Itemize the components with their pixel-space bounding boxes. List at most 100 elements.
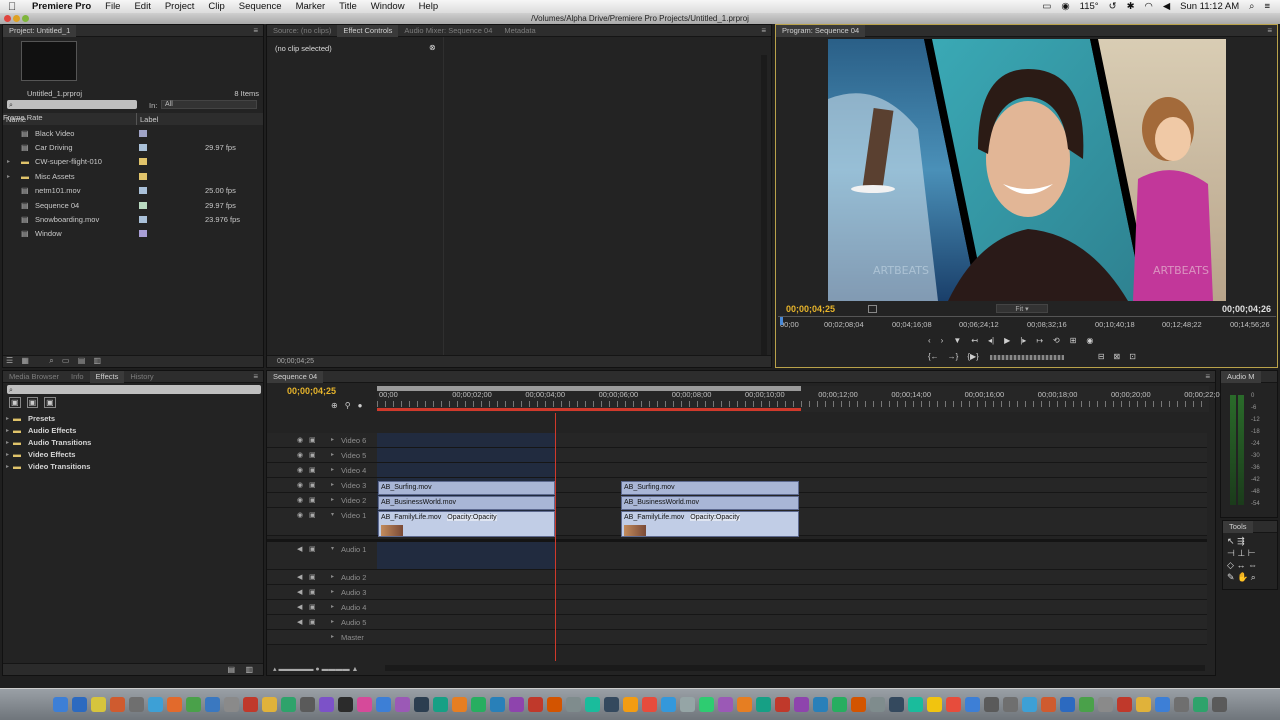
dock-app-icon[interactable] <box>832 697 847 712</box>
dock-app-icon[interactable] <box>889 697 904 712</box>
dock-app-icon[interactable] <box>680 697 695 712</box>
dock-app-icon[interactable] <box>1079 697 1094 712</box>
menu-app[interactable]: Premiere Pro <box>32 1 91 12</box>
lock-track-icon[interactable]: ▣ <box>309 618 316 626</box>
snap-icon[interactable]: ⊕ <box>331 401 338 410</box>
dock-app-icon[interactable] <box>1174 697 1189 712</box>
dock-app-icon[interactable] <box>813 697 828 712</box>
accelerated-effects-icon[interactable]: ▣ <box>9 397 21 408</box>
speaker-icon[interactable]: ◀ <box>297 588 302 596</box>
dock-app-icon[interactable] <box>167 697 182 712</box>
dock-app-icon[interactable] <box>1193 697 1208 712</box>
dock-app-icon[interactable] <box>357 697 372 712</box>
track-select-tool-icon[interactable]: ⇶ <box>1237 536 1245 546</box>
tab-effect-controls[interactable]: Effect Controls <box>337 24 399 37</box>
track-expand-icon[interactable]: ▸ <box>331 573 334 580</box>
track-expand-icon[interactable]: ▸ <box>331 603 334 610</box>
status-icon[interactable]: ◉ <box>1061 1 1069 12</box>
dock-app-icon[interactable] <box>72 697 87 712</box>
tab-info[interactable]: Info <box>65 371 90 383</box>
toggle-output-icon[interactable]: ◉ <box>297 496 303 504</box>
disclosure-triangle-icon[interactable]: ▸ <box>3 427 13 434</box>
dock-app-icon[interactable] <box>186 697 201 712</box>
disclosure-triangle-icon[interactable]: ▸ <box>3 158 13 165</box>
menu-clip[interactable]: Clip <box>208 1 224 12</box>
clip-surfing-a[interactable]: AB_Surfing.mov <box>378 481 555 495</box>
track-expand-icon[interactable]: ▸ <box>331 633 334 640</box>
toggle-output-icon[interactable]: ◉ <box>297 466 303 474</box>
timeline-zoom-bar[interactable]: ▴ ▬▬▬▬▬ ● ▬▬▬▬ ▲ <box>273 665 373 673</box>
dock-app-icon[interactable] <box>376 697 391 712</box>
dock-app-icon[interactable] <box>737 697 752 712</box>
menu-file[interactable]: File <box>105 1 120 12</box>
clear-icon[interactable]: ⊗ <box>429 43 436 52</box>
tab-audio-mixer[interactable]: Audio Mixer: Sequence 04 <box>398 25 498 37</box>
disclosure-triangle-icon[interactable]: ▸ <box>3 451 13 458</box>
in-dropdown[interactable]: All <box>161 100 257 109</box>
find-icon[interactable]: ⌕ <box>49 356 53 365</box>
track-expand-icon[interactable]: ▸ <box>331 451 334 458</box>
dock-app-icon[interactable] <box>395 697 410 712</box>
export-frame-icon[interactable]: ◉ <box>1086 336 1093 348</box>
32bit-effects-icon[interactable]: ▣ <box>26 397 39 408</box>
toggle-output-icon[interactable]: ◉ <box>297 451 303 459</box>
menu-sequence[interactable]: Sequence <box>239 1 282 12</box>
dock-app-icon[interactable] <box>946 697 961 712</box>
step-back-icon[interactable]: ◂| <box>988 336 994 348</box>
tab-audio-meters[interactable]: Audio M <box>1221 370 1261 383</box>
dock-app-icon[interactable] <box>509 697 524 712</box>
jog-shuttle[interactable] <box>990 355 1064 360</box>
menu-project[interactable]: Project <box>165 1 195 12</box>
apple-icon[interactable]:  <box>8 1 22 13</box>
new-bin-icon[interactable]: ▤ <box>227 665 235 674</box>
wifi-icon[interactable]: ◠ <box>1145 1 1153 12</box>
close-window-button[interactable] <box>4 15 11 22</box>
lock-track-icon[interactable]: ▣ <box>309 545 316 553</box>
project-item[interactable]: ▸ ▬ Misc Assets <box>3 169 263 183</box>
dock-app-icon[interactable] <box>699 697 714 712</box>
tab-program[interactable]: Program: Sequence 04 <box>776 24 866 37</box>
track-expand-icon[interactable]: ▾ <box>331 545 334 552</box>
label-swatch[interactable] <box>139 143 147 151</box>
tab-metadata[interactable]: Metadata <box>498 25 541 37</box>
project-item[interactable]: ▤ Black Video <box>3 126 263 140</box>
loop-icon[interactable]: ⟲ <box>1053 336 1060 348</box>
zoom-window-button[interactable] <box>22 15 29 22</box>
timeline-ruler[interactable]: 00;00 00;00;02;00 00;00;04;00 00;00;06;00 00… <box>377 386 1224 412</box>
dock-app-icon[interactable] <box>471 697 486 712</box>
dock-app-icon[interactable] <box>148 697 163 712</box>
delete-icon[interactable]: ▥ <box>245 665 253 674</box>
ec-scrollbar[interactable] <box>761 55 767 355</box>
dock-app-icon[interactable] <box>262 697 277 712</box>
label-swatch[interactable] <box>139 158 147 166</box>
dock-app-icon[interactable] <box>338 697 353 712</box>
menu-title[interactable]: Title <box>339 1 357 12</box>
mark-in-icon[interactable]: ‹ <box>928 336 931 348</box>
dock-app-icon[interactable] <box>585 697 600 712</box>
label-swatch[interactable] <box>139 129 147 137</box>
display-icon[interactable]: ▭ <box>1042 1 1051 12</box>
dock-app-icon[interactable] <box>775 697 790 712</box>
dock-app-icon[interactable] <box>642 697 657 712</box>
label-swatch[interactable] <box>139 215 147 223</box>
dock-app-icon[interactable] <box>908 697 923 712</box>
list-view-icon[interactable]: ☰ <box>6 356 13 365</box>
disclosure-triangle-icon[interactable]: ▸ <box>3 439 13 446</box>
dock-app-icon[interactable] <box>528 697 543 712</box>
set-marker-icon[interactable]: ● <box>358 401 363 410</box>
track-expand-icon[interactable]: ▾ <box>331 511 334 518</box>
rolling-edit-tool-icon[interactable]: ⊥ <box>1237 548 1245 558</box>
toggle-output-icon[interactable]: ◉ <box>297 436 303 444</box>
razor-tool-icon[interactable]: ◇ <box>1227 560 1234 570</box>
rate-stretch-tool-icon[interactable]: ⊢ <box>1248 548 1256 558</box>
speaker-icon[interactable]: ◀ <box>297 603 302 611</box>
speaker-icon[interactable]: ◀ <box>297 545 302 553</box>
dock-app-icon[interactable] <box>53 697 68 712</box>
dock-app-icon[interactable] <box>870 697 885 712</box>
dock-app-icon[interactable] <box>1155 697 1170 712</box>
dock-app-icon[interactable] <box>1060 697 1075 712</box>
lock-track-icon[interactable]: ▣ <box>309 511 316 519</box>
go-to-out-icon[interactable]: ↦ <box>1036 336 1043 348</box>
dock-app-icon[interactable] <box>661 697 676 712</box>
tab-history[interactable]: History <box>124 371 159 383</box>
